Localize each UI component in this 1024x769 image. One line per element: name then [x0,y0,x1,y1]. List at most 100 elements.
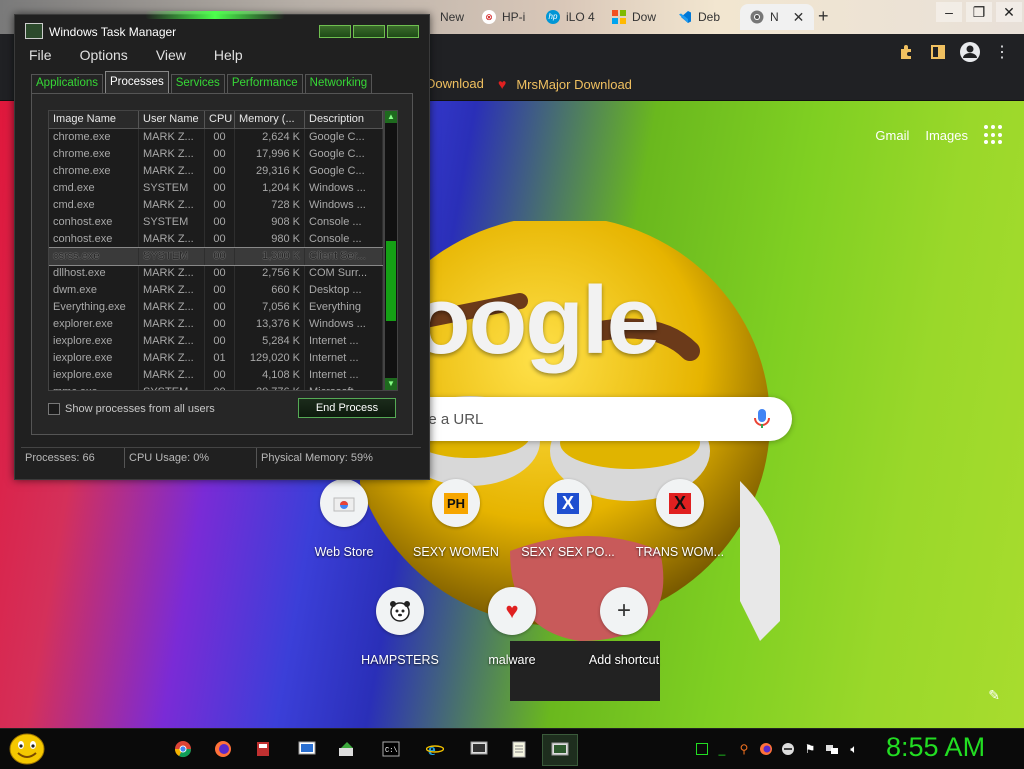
process-row[interactable]: explorer.exe MARK Z... 00 13,376 K Windows .… [49,316,383,333]
tab-applications[interactable]: Applications [31,74,104,94]
new-tab-icon[interactable]: + [818,6,829,27]
add-shortcut-button[interactable]: + Add shortcut [564,587,684,667]
shortcut-trans-wom[interactable]: X TRANS WOM... [620,479,740,559]
tray-minus-icon[interactable] [780,741,796,757]
close-tab-icon[interactable]: ✕ [793,9,805,26]
microphone-icon[interactable] [752,408,772,430]
restore-icon[interactable]: ❐ [966,2,992,22]
menu-file[interactable]: File [15,46,66,66]
process-cell: 01 [205,350,235,367]
process-row[interactable]: iexplore.exe MARK Z... 00 5,284 K Internet .… [49,333,383,350]
process-row[interactable]: iexplore.exe MARK Z... 01 129,020 K Internet… [49,350,383,367]
taskbar-chrome[interactable] [166,734,200,764]
reading-list-icon[interactable] [926,40,950,64]
gmail-link[interactable]: Gmail [875,128,909,143]
process-row[interactable]: chrome.exe MARK Z... 00 2,624 K Google C... [49,129,383,146]
taskbar-clock[interactable]: 8:55 AM [886,732,985,763]
process-row[interactable]: csrss.exe SYSTEM 00 1,300 K Client Ser... [49,247,383,266]
minimize-icon[interactable]: – [936,2,962,22]
plus-icon: + [616,597,631,624]
process-list-scrollbar[interactable]: ▲ ▼ [384,110,398,391]
shortcut-malware[interactable]: ♥ malware [452,587,572,667]
close-icon[interactable] [387,25,419,38]
process-cell: SYSTEM [139,248,205,265]
taskbar-taskmgr-2[interactable] [462,734,496,764]
process-row[interactable]: dllhost.exe MARK Z... 00 2,756 K COM Surr... [49,265,383,282]
process-row[interactable]: iexplore.exe MARK Z... 00 4,108 K Internet .… [49,367,383,384]
column-user-name[interactable]: User Name [139,111,205,128]
profile-avatar-icon[interactable] [958,40,982,64]
browser-tab-active[interactable]: N ✕ [740,4,815,30]
shortcut-hampsters[interactable]: HAMPSTERS [340,587,460,667]
customize-pencil-icon[interactable]: ✎ [988,687,1000,704]
show-all-processes-option[interactable]: Show processes from all users [48,403,215,415]
browser-tab[interactable]: ⊗ HP-i [482,4,525,30]
column-memory[interactable]: Memory (... [235,111,305,128]
shortcut-sexy-sex-po[interactable]: X SEXY SEX PO... [508,479,628,559]
process-cell: MARK Z... [139,316,205,333]
process-row[interactable]: dwm.exe MARK Z... 00 660 K Desktop ... [49,282,383,299]
minimize-icon[interactable] [319,25,351,38]
taskbar-notepad[interactable] [502,734,536,764]
taskbar-taskmgr[interactable] [290,734,324,764]
extensions-icon[interactable] [894,40,918,64]
menu-options[interactable]: Options [66,46,142,66]
process-row[interactable]: chrome.exe MARK Z... 00 29,316 K Google C... [49,163,383,180]
process-row[interactable]: mmc.exeSYSTEM0020,776 KMicrosoft... [49,384,383,390]
process-row[interactable]: chrome.exe MARK Z... 00 17,996 K Google C... [49,146,383,163]
tray-search-icon[interactable]: ⚲ [736,741,752,757]
browser-tab[interactable]: hp iLO 4 [546,4,595,30]
show-all-checkbox[interactable] [48,403,60,415]
shortcut-sexy-women[interactable]: PH SEXY WOMEN [396,479,516,559]
tray-volume-icon[interactable]: 🔈︎ [846,741,862,757]
menu-view[interactable]: View [142,46,200,66]
maximize-icon[interactable] [353,25,385,38]
taskbar-network[interactable] [330,734,364,764]
process-list[interactable]: Image Name User Name CPU Memory (... Des… [48,110,384,391]
browser-tab[interactable]: Deb [678,4,720,30]
taskbar-taskmgr-active[interactable] [542,734,578,766]
tab-processes[interactable]: Processes [105,71,169,94]
task-manager-titlebar[interactable]: Windows Task Manager [15,21,429,43]
scroll-up-icon[interactable]: ▲ [385,111,397,123]
process-cell: Internet ... [305,333,383,350]
taskbar-app[interactable] [246,734,280,764]
browser-tab[interactable]: Dow [612,4,656,30]
process-row[interactable]: conhost.exe MARK Z... 00 980 K Console ... [49,231,383,248]
taskbar-ie[interactable]: e [418,734,452,764]
taskbar-cmd[interactable]: C:\ [374,734,408,764]
images-link[interactable]: Images [925,128,968,143]
process-cell: 00 [205,163,235,180]
shortcut-web-store[interactable]: Web Store [284,479,404,559]
taskbar-firefox[interactable] [206,734,240,764]
scroll-down-icon[interactable]: ▼ [385,378,397,390]
taskmgr-icon [298,741,316,755]
tab-performance[interactable]: Performance [226,74,303,94]
tab-services[interactable]: Services [170,74,225,94]
tray-underscore-icon[interactable]: _ [714,741,730,757]
tab-networking[interactable]: Networking [304,74,373,94]
column-cpu[interactable]: CPU [205,111,235,128]
process-row[interactable]: conhost.exe SYSTEM 00 908 K Console ... [49,214,383,231]
menu-kebab-icon[interactable]: ⋮ [990,40,1014,64]
process-row[interactable]: cmd.exe SYSTEM 00 1,204 K Windows ... [49,180,383,197]
bookmark-item[interactable]: ♥ MrsMajor Download [498,76,632,92]
close-icon[interactable]: ✕ [996,2,1022,22]
tray-firefox-icon[interactable] [758,741,774,757]
tray-flag-icon[interactable]: ⚑ [802,741,818,757]
start-smiley-icon[interactable] [8,732,46,766]
menu-help[interactable]: Help [200,46,257,66]
end-process-button[interactable]: End Process [298,398,396,418]
bookmark-item[interactable]: Download [426,76,484,91]
tray-app-icon[interactable] [696,743,708,755]
process-row[interactable]: cmd.exe MARK Z... 00 728 K Windows ... [49,197,383,214]
apps-grid-icon[interactable] [984,125,1004,145]
tray-network-icon[interactable] [824,741,840,757]
column-image-name[interactable]: Image Name [49,111,139,128]
process-cell: MARK Z... [139,163,205,180]
system-tray: _ ⚲ ⚑ 🔈︎ [696,737,862,761]
process-row[interactable]: Everything.exe MARK Z... 00 7,056 K Everythi… [49,299,383,316]
column-description[interactable]: Description [305,111,383,128]
scrollbar-thumb[interactable] [386,241,396,321]
process-cell: dllhost.exe [49,265,139,282]
